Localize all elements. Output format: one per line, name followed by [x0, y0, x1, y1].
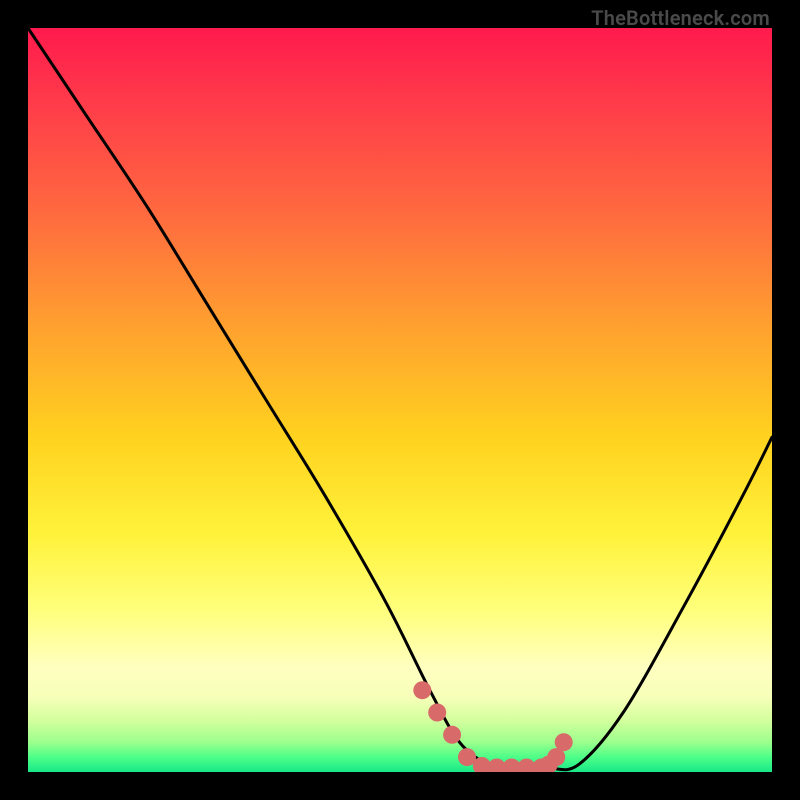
optimal-dot [555, 733, 573, 751]
watermark-text: TheBottleneck.com [591, 6, 770, 30]
optimal-dot [443, 726, 461, 744]
optimal-dot [428, 704, 446, 722]
bottleneck-curve-path [28, 28, 772, 770]
optimal-range-dots [413, 681, 572, 772]
optimal-dot [413, 681, 431, 699]
chart-frame: TheBottleneck.com [0, 0, 800, 800]
curve-svg [28, 28, 772, 772]
plot-area [28, 28, 772, 772]
